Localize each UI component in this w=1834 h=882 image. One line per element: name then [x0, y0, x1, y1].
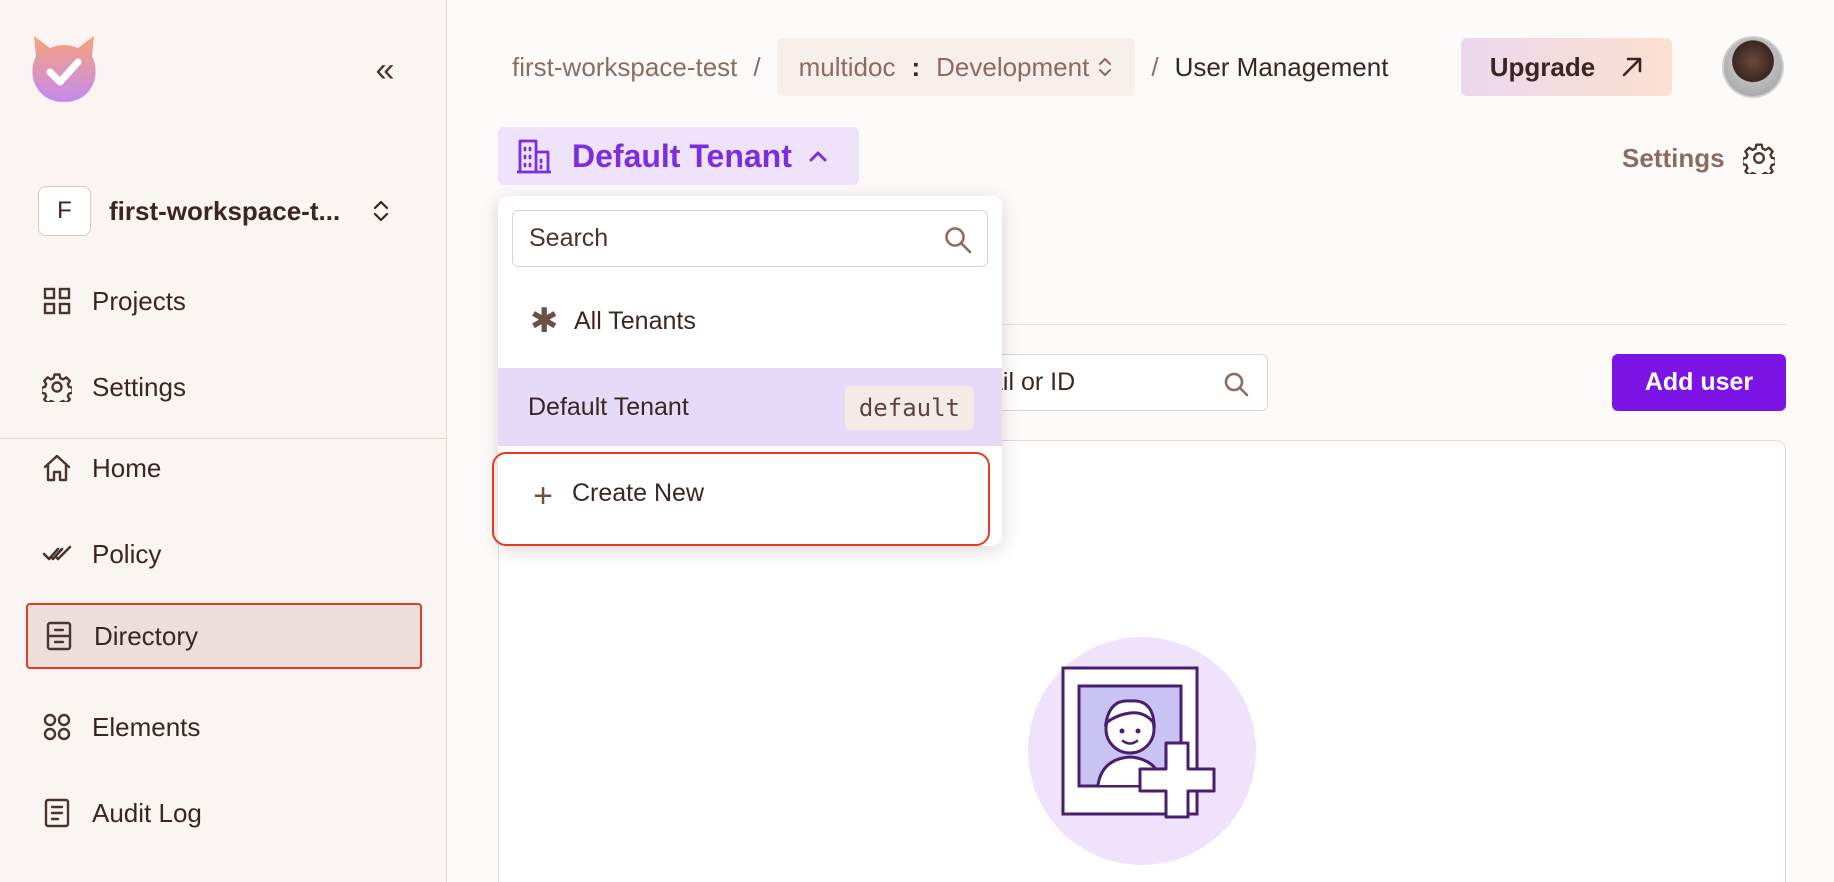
app-logo-icon[interactable] [30, 34, 98, 104]
audit-log-icon [44, 798, 70, 828]
gear-icon [42, 373, 72, 402]
sidebar: « F first-workspace-t... Projects Settin… [0, 0, 447, 882]
settings-link[interactable]: Settings [1622, 142, 1775, 174]
tenant-selector-button[interactable]: Default Tenant [498, 127, 859, 185]
add-user-button[interactable]: Add user [1612, 354, 1786, 411]
sidebar-item-label: Policy [92, 538, 162, 569]
search-icon [945, 227, 972, 254]
sidebar-item-elements[interactable]: Elements [26, 694, 422, 760]
chevron-updown-icon [1099, 58, 1112, 76]
breadcrumb-workspace[interactable]: first-workspace-test [512, 52, 737, 83]
empty-users-illustration [1028, 637, 1256, 865]
sidebar-item-label: Directory [94, 620, 199, 651]
sidebar-item-home[interactable]: Home [26, 435, 422, 501]
sidebar-item-label: Home [92, 452, 162, 483]
breadcrumb-separator: / [753, 51, 761, 82]
plus-icon: + [533, 476, 553, 515]
sidebar-item-label: Projects [92, 285, 186, 316]
search-icon [1224, 372, 1249, 397]
workspace-switcher[interactable]: F first-workspace-t... [38, 186, 418, 236]
workspace-name: first-workspace-t... [109, 195, 341, 226]
tenant-option-label: Default Tenant [528, 392, 689, 421]
sidebar-item-label: Settings [92, 371, 186, 402]
user-search-input[interactable]: ail or ID [970, 354, 1268, 411]
breadcrumb-current-page: User Management [1174, 51, 1389, 82]
building-icon [517, 139, 551, 174]
gear-icon [1742, 143, 1775, 174]
create-new-tenant-button[interactable]: + Create New [498, 454, 1002, 532]
sidebar-item-projects[interactable]: Projects [26, 268, 422, 334]
project-environment-select[interactable]: multidoc : Development [776, 38, 1136, 96]
content-divider [1000, 324, 1786, 325]
sidebar-item-directory[interactable]: Directory [26, 603, 422, 669]
settings-label: Settings [1622, 142, 1725, 173]
tenant-selector-label: Default Tenant [572, 137, 792, 174]
user-avatar[interactable] [1722, 36, 1784, 98]
grid-icon [43, 287, 71, 315]
chevron-up-icon [809, 151, 827, 162]
sidebar-item-audit-log[interactable]: Audit Log [26, 780, 422, 846]
environment-name: Development [936, 51, 1090, 82]
tenant-search-input[interactable]: Search [512, 210, 988, 267]
tenant-option-all[interactable]: ✱ All Tenants [498, 282, 1002, 360]
upgrade-label: Upgrade [1489, 51, 1596, 82]
tenant-option-label: All Tenants [574, 306, 696, 335]
double-check-icon [42, 545, 72, 561]
chevron-updown-icon [373, 200, 389, 222]
tenant-dropdown: Search ✱ All Tenants Default Tenant defa… [492, 196, 1002, 546]
tenant-key-badge: default [844, 386, 974, 430]
elements-icon [43, 713, 71, 741]
home-icon [43, 454, 71, 482]
sidebar-item-label: Audit Log [92, 797, 202, 828]
upgrade-button[interactable]: Upgrade [1461, 38, 1672, 96]
asterisk-icon: ✱ [530, 302, 559, 340]
project-name: multidoc [798, 51, 896, 82]
arrow-up-right-icon [1622, 57, 1642, 77]
collapse-sidebar-button[interactable]: « [362, 51, 402, 89]
workspace-avatar: F [38, 186, 91, 236]
breadcrumb: first-workspace-test / multidoc : Develo… [512, 38, 1388, 96]
sidebar-item-settings[interactable]: Settings [26, 354, 422, 420]
directory-icon [46, 621, 72, 651]
tenant-option-default[interactable]: Default Tenant default [498, 368, 1002, 446]
create-new-label: Create New [572, 478, 704, 507]
breadcrumb-separator: / [1151, 51, 1159, 82]
project-env-colon: : [911, 51, 921, 82]
sidebar-item-policy[interactable]: Policy [26, 521, 422, 587]
sidebar-item-label: Elements [92, 711, 201, 742]
tenant-search-placeholder: Search [529, 224, 609, 252]
